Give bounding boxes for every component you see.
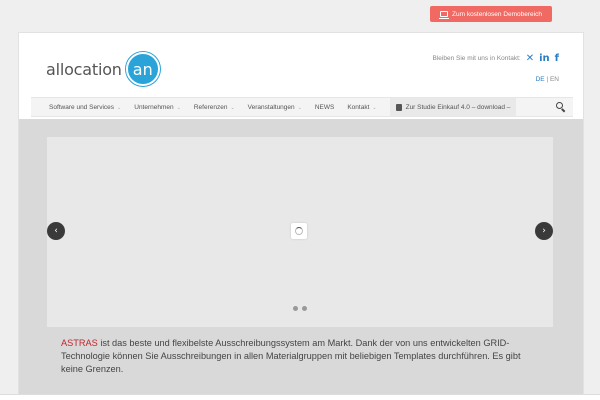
- page-container: allocation an Bleiben Sie mit uns in Kon…: [18, 32, 584, 400]
- demo-area-label: Zum kostenlosen Demobereich: [452, 10, 542, 18]
- intro-body: ist das beste und flexibelste Ausschreib…: [61, 338, 521, 374]
- spinner-icon: [295, 227, 303, 235]
- contact-text: Bleiben Sie mit uns in Kontakt:: [432, 55, 521, 62]
- search-icon[interactable]: [556, 102, 565, 111]
- nav-company[interactable]: Unternehmen ⌄: [134, 104, 181, 111]
- logo[interactable]: allocation an: [46, 52, 160, 86]
- nav-label: Software und Services: [49, 103, 115, 111]
- xing-icon[interactable]: ✕: [526, 53, 534, 64]
- nav-label: Unternehmen: [134, 103, 174, 111]
- nav-references[interactable]: Referenzen ⌄: [194, 104, 235, 111]
- linkedin-icon[interactable]: in: [539, 53, 550, 64]
- nav-news[interactable]: NEWS: [315, 104, 335, 111]
- laptop-icon: [439, 11, 450, 19]
- lang-de[interactable]: DE: [536, 76, 545, 83]
- facebook-icon[interactable]: f: [555, 53, 559, 64]
- nav-software-services[interactable]: Software und Services ⌄: [49, 104, 121, 111]
- nav-label: Kontakt: [347, 103, 370, 111]
- slider-prev-button[interactable]: ‹: [47, 222, 65, 240]
- chevron-down-icon: ⌄: [372, 104, 377, 111]
- chevron-down-icon: ⌄: [230, 104, 235, 111]
- slider-pagination: [293, 306, 307, 311]
- nav-label: Referenzen: [193, 103, 228, 111]
- astras-brand: ASTRAS: [61, 338, 98, 348]
- nav-events[interactable]: Veranstaltungen ⌄: [248, 104, 302, 111]
- demo-area-button[interactable]: Zum kostenlosen Demobereich: [430, 6, 552, 22]
- book-icon: [395, 103, 402, 111]
- nav-study-label: Zur Studie Einkauf 4.0 – download –: [405, 103, 511, 111]
- chevron-down-icon: ⌄: [117, 104, 122, 111]
- top-bar: Zum kostenlosen Demobereich: [0, 0, 600, 30]
- logo-text: allocation: [46, 59, 122, 79]
- chevron-down-icon: ⌄: [297, 104, 302, 111]
- lang-en[interactable]: EN: [550, 76, 559, 83]
- lang-separator: |: [546, 76, 549, 83]
- social-contact: Bleiben Sie mit uns in Kontakt: ✕ in f: [433, 53, 559, 64]
- hero-slider-area: ‹ › ASTRAS ist das beste und flexibelste…: [19, 119, 583, 400]
- intro-text: ASTRAS ist das beste und flexibelste Aus…: [61, 337, 541, 376]
- slider-dot[interactable]: [302, 306, 307, 311]
- slider-dot[interactable]: [293, 306, 298, 311]
- logo-mark: an: [125, 52, 160, 86]
- nav-study-download[interactable]: Zur Studie Einkauf 4.0 – download –: [389, 98, 517, 116]
- footer-edge: [0, 394, 600, 400]
- main-nav: Software und Services ⌄ Unternehmen ⌄ Refe…: [31, 97, 573, 117]
- loading-spinner: [291, 223, 307, 239]
- language-switcher: DE | EN: [536, 76, 559, 83]
- nav-contact[interactable]: Kontakt ⌄: [347, 104, 376, 111]
- chevron-down-icon: ⌄: [176, 104, 181, 111]
- slider-next-button[interactable]: ›: [535, 222, 553, 240]
- nav-label: NEWS: [314, 103, 335, 111]
- nav-label: Veranstaltungen: [247, 103, 295, 111]
